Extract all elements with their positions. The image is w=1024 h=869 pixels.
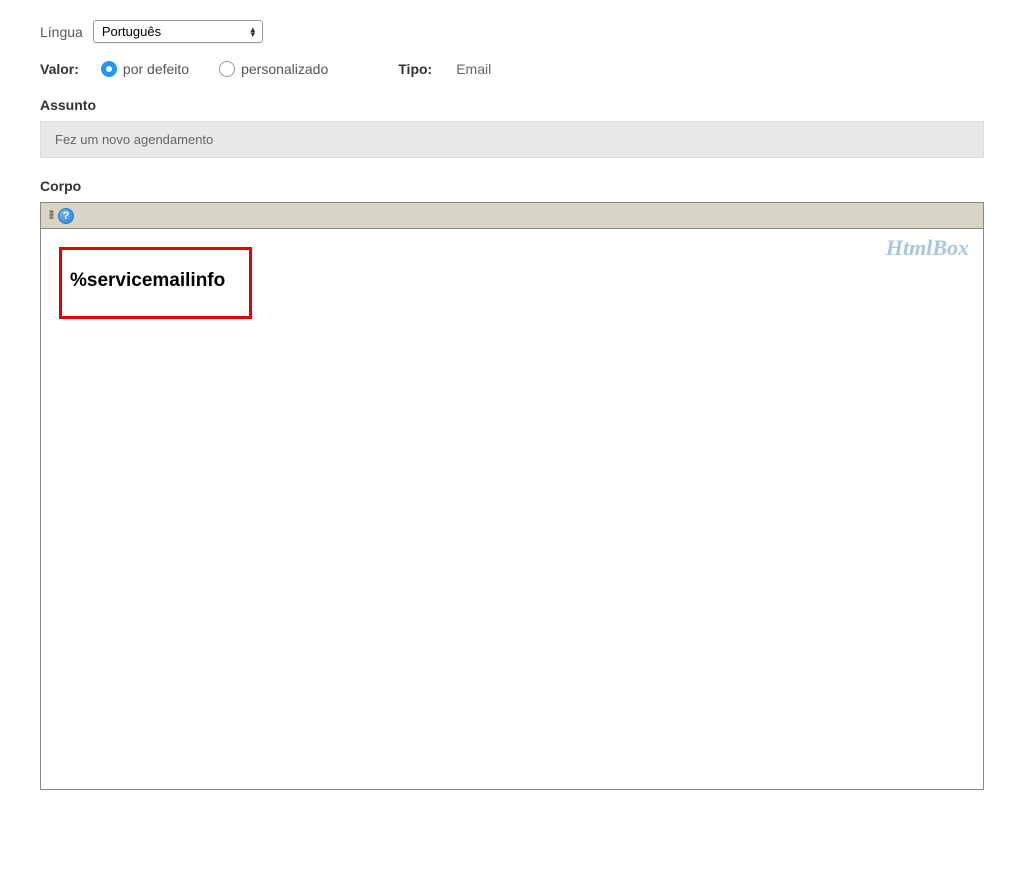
editor-body[interactable]: HtmlBox %servicemailinfo — [41, 229, 983, 789]
assunto-section: Assunto Fez um novo agendamento — [40, 97, 984, 158]
tipo-group: Tipo: Email — [398, 61, 491, 77]
assunto-label: Assunto — [40, 97, 984, 113]
highlighted-variable-box: %servicemailinfo — [59, 247, 252, 319]
radio-group-custom: personalizado — [219, 61, 328, 77]
radio-default-label[interactable]: por defeito — [123, 61, 189, 77]
radio-group-default: por defeito — [101, 61, 189, 77]
help-icon[interactable]: ? — [58, 208, 74, 224]
assunto-field[interactable]: Fez um novo agendamento — [40, 121, 984, 158]
valor-label: Valor: — [40, 61, 79, 77]
corpo-label: Corpo — [40, 178, 984, 194]
toolbar-grip-icon: •• •• •• — [49, 211, 52, 220]
language-select[interactable]: Português — [93, 20, 263, 43]
language-select-wrapper: Português ▲ ▼ — [93, 20, 263, 43]
tipo-label: Tipo: — [398, 61, 432, 77]
variable-text: %servicemailinfo — [70, 270, 225, 291]
language-label: Língua — [40, 24, 83, 40]
editor-container: •• •• •• ? HtmlBox %servicemailinfo — [40, 202, 984, 790]
tipo-value: Email — [456, 61, 491, 77]
radio-custom[interactable] — [219, 61, 235, 77]
editor-toolbar: •• •• •• ? — [41, 203, 983, 229]
editor-brand-label: HtmlBox — [886, 235, 969, 261]
radio-default[interactable] — [101, 61, 117, 77]
corpo-section: Corpo •• •• •• ? HtmlBox %servicemailinf… — [40, 178, 984, 790]
language-row: Língua Português ▲ ▼ — [40, 20, 984, 43]
valor-row: Valor: por defeito personalizado Tipo: E… — [40, 61, 984, 77]
radio-custom-label[interactable]: personalizado — [241, 61, 328, 77]
